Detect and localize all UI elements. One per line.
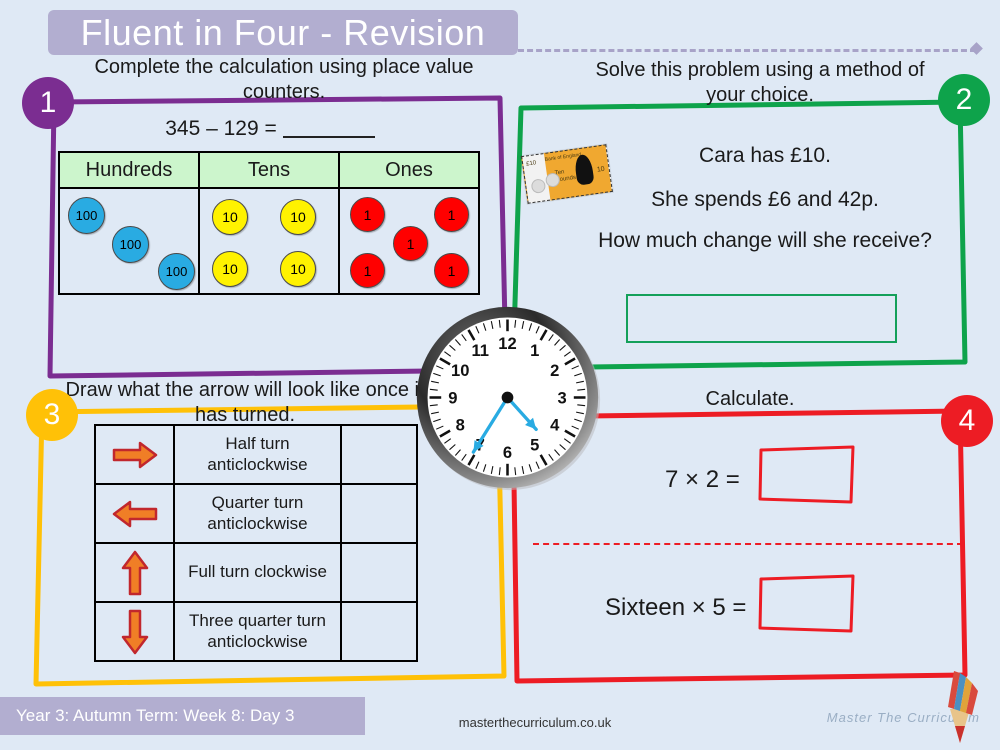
- place-value-header-row: Hundreds Tens Ones: [58, 151, 480, 189]
- svg-text:3: 3: [557, 388, 566, 407]
- clock-centre-pin: [501, 391, 514, 404]
- ones-counter: 1: [350, 197, 385, 232]
- pv-header-hundreds: Hundreds: [58, 151, 200, 189]
- table-row: Three quarter turn anticlockwise: [94, 601, 418, 662]
- question-1-badge: 1: [22, 77, 74, 129]
- pv-cell-ones: 1 1 1 1 1: [338, 187, 480, 295]
- worksheet-page: Fluent in Four - Revision Complete the c…: [0, 0, 1000, 750]
- pv-cell-hundreds: 100 100 100: [58, 187, 200, 295]
- question-2-line-3: How much change will she receive?: [598, 229, 932, 252]
- svg-text:9: 9: [448, 388, 457, 407]
- table-row: Quarter turn anticlockwise: [94, 483, 418, 544]
- tens-counter: 10: [212, 199, 248, 235]
- svg-text:10: 10: [451, 361, 469, 380]
- place-value-counter-row: 100 100 100 10 10 10 10 1 1 1 1 1: [58, 187, 480, 295]
- banknote-watermark: [530, 178, 547, 195]
- title-dashed-rule: [518, 49, 976, 52]
- svg-text:4: 4: [550, 416, 560, 435]
- svg-text:6: 6: [503, 443, 512, 462]
- turn-label: Quarter turn anticlockwise: [173, 483, 342, 544]
- arrow-right-icon: [112, 441, 157, 468]
- tens-counter: 10: [212, 251, 248, 287]
- page-title: Fluent in Four - Revision: [80, 11, 486, 53]
- turn-answer-cell[interactable]: [340, 424, 418, 485]
- turn-answer-cell[interactable]: [340, 542, 418, 603]
- svg-text:1: 1: [530, 341, 539, 360]
- svg-text:2: 2: [550, 361, 559, 380]
- page-title-banner: Fluent in Four - Revision: [48, 10, 518, 55]
- svg-text:8: 8: [456, 416, 465, 435]
- ones-counter: 1: [393, 226, 428, 261]
- tens-counter: 10: [280, 199, 316, 235]
- tens-counter: 10: [280, 251, 316, 287]
- question-4-number: 4: [958, 404, 976, 437]
- question-2-answer-box[interactable]: [626, 294, 897, 343]
- arrow-right-icon-cell: [94, 424, 175, 485]
- lesson-label-banner: Year 3: Autumn Term: Week 8: Day 3: [0, 697, 365, 735]
- pv-header-tens: Tens: [198, 151, 340, 189]
- ones-counter: 1: [434, 253, 469, 288]
- hundreds-counter: 100: [112, 226, 149, 263]
- question-2-badge: 2: [938, 74, 990, 126]
- lesson-label: Year 3: Autumn Term: Week 8: Day 3: [16, 706, 295, 725]
- ones-counter: 1: [434, 197, 469, 232]
- turn-answer-cell[interactable]: [340, 483, 418, 544]
- arrow-left-icon-cell: [94, 483, 175, 544]
- arrow-up-icon-cell: [94, 542, 175, 603]
- hundreds-counter: 100: [68, 197, 105, 234]
- hundreds-counter: 100: [158, 253, 195, 290]
- table-row: Full turn clockwise: [94, 542, 418, 603]
- title-dash-end-diamond: [970, 42, 983, 55]
- question-4-divider: [533, 543, 963, 545]
- question-2-line-2: She spends £6 and 42p.: [651, 188, 879, 211]
- question-1-equation: 345 – 129 =: [110, 117, 430, 141]
- question-1-number: 1: [39, 86, 57, 119]
- svg-text:12: 12: [498, 334, 516, 353]
- question-4-badge: 4: [941, 395, 993, 447]
- turns-table: Half turn anticlockwise Quarter turn ant…: [94, 424, 418, 662]
- turn-label: Three quarter turn anticlockwise: [173, 601, 342, 662]
- svg-text:5: 5: [530, 436, 539, 455]
- question-2-line-1: Cara has £10.: [699, 144, 831, 167]
- svg-text:11: 11: [471, 341, 489, 360]
- question-2-number: 2: [955, 83, 973, 116]
- pv-header-ones: Ones: [338, 151, 480, 189]
- turn-label: Half turn anticlockwise: [173, 424, 342, 485]
- arrow-down-icon: [121, 609, 148, 654]
- arrow-down-icon-cell: [94, 601, 175, 662]
- question-3-prompt: Draw what the arrow will look like once …: [65, 379, 425, 426]
- arrow-left-icon: [112, 500, 157, 527]
- turn-answer-cell[interactable]: [340, 601, 418, 662]
- question-4-answer-box-1[interactable]: [757, 444, 857, 506]
- arrow-up-icon: [121, 550, 148, 595]
- question-2-prompt: Solve this problem using a method of you…: [595, 59, 925, 106]
- question-1-prompt: Complete the calculation using place val…: [94, 56, 474, 103]
- place-value-table: Hundreds Tens Ones 100 100 100 10 10 10 …: [58, 151, 480, 295]
- question-1-answer-blank[interactable]: [282, 136, 375, 138]
- analogue-clock: 121234567891011: [416, 306, 601, 491]
- ones-counter: 1: [350, 253, 385, 288]
- turn-label: Full turn clockwise: [173, 542, 342, 603]
- question-3-badge: 3: [26, 389, 78, 441]
- question-4-expression-2: Sixteen × 5 =: [605, 594, 747, 621]
- pv-cell-tens: 10 10 10 10: [198, 187, 340, 295]
- question-4-prompt: Calculate.: [705, 388, 795, 410]
- question-4-answer-box-2[interactable]: [757, 573, 857, 635]
- website-url: masterthecurriculum.co.uk: [458, 715, 612, 730]
- question-1-expression: 345 – 129 =: [165, 117, 277, 140]
- pencil-icon: [948, 671, 978, 743]
- question-4-expression-1: 7 × 2 =: [665, 466, 740, 493]
- banknote-left-value: £10: [525, 160, 537, 168]
- table-row: Half turn anticlockwise: [94, 424, 418, 485]
- question-3-number: 3: [43, 398, 61, 431]
